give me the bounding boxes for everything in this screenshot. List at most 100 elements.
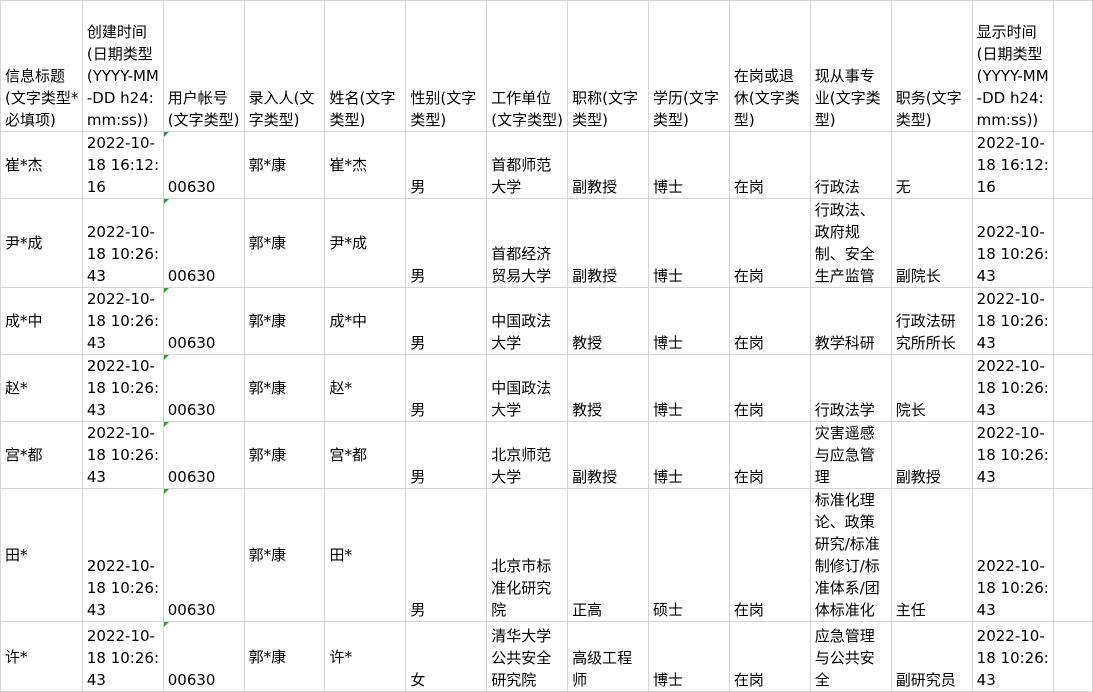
table-cell[interactable]: 田*	[324, 488, 407, 622]
table-cell[interactable]: 教学科研	[809, 287, 892, 355]
table-cell[interactable]: 主任	[890, 488, 973, 622]
table-cell[interactable]: 在岗	[728, 131, 811, 199]
table-cell[interactable]: 副教授	[890, 421, 973, 489]
table-cell[interactable]: 郭*康	[243, 354, 326, 422]
empty-cell[interactable]	[1052, 131, 1093, 199]
table-cell[interactable]: 男	[405, 198, 488, 288]
table-cell[interactable]: 2022-10-18 16:12:16	[81, 131, 164, 199]
table-cell[interactable]: 博士	[647, 198, 730, 288]
column-header-cell[interactable]: 在岗或退休(文字类型)	[728, 0, 811, 132]
column-header-cell[interactable]: 录入人(文字类型)	[243, 0, 326, 132]
empty-cell[interactable]	[1052, 488, 1093, 622]
table-cell[interactable]: 男	[405, 287, 488, 355]
table-cell[interactable]: 赵*	[324, 354, 407, 422]
column-header-cell[interactable]: 工作单位(文字类型)	[486, 0, 569, 132]
table-cell[interactable]: 无	[890, 131, 973, 199]
table-cell[interactable]: 00630	[162, 421, 245, 489]
table-cell[interactable]: 标准化理论、政策研究/标准制修订/标准体系/团体标准化	[809, 488, 892, 622]
table-cell[interactable]: 副教授	[567, 131, 649, 199]
table-cell[interactable]: 赵*	[0, 354, 83, 422]
table-cell[interactable]: 2022-10-18 10:26:43	[81, 488, 164, 622]
table-cell[interactable]: 成*中	[324, 287, 407, 355]
column-header-cell[interactable]: 职称(文字类型)	[567, 0, 649, 132]
table-cell[interactable]: 在岗	[728, 421, 811, 489]
table-cell[interactable]: 尹*成	[0, 198, 83, 288]
empty-cell[interactable]	[1052, 421, 1093, 489]
table-cell[interactable]: 博士	[647, 354, 730, 422]
table-cell[interactable]: 2022-10-18 10:26:43	[971, 621, 1054, 692]
table-cell[interactable]: 崔*杰	[0, 131, 83, 199]
table-cell[interactable]: 郭*康	[243, 421, 326, 489]
table-cell[interactable]: 2022-10-18 16:12:16	[971, 131, 1054, 199]
table-cell[interactable]: 2022-10-18 10:26:43	[971, 287, 1054, 355]
table-cell[interactable]: 硕士	[647, 488, 730, 622]
column-header-cell[interactable]: 姓名(文字类型)	[324, 0, 407, 132]
table-cell[interactable]: 中国政法大学	[486, 354, 569, 422]
table-cell[interactable]: 女	[405, 621, 488, 692]
table-cell[interactable]: 行政法学	[809, 354, 892, 422]
table-cell[interactable]: 应急管理与公共安全	[809, 621, 892, 692]
table-cell[interactable]: 在岗	[728, 621, 811, 692]
table-cell[interactable]: 成*中	[0, 287, 83, 355]
table-cell[interactable]: 院长	[890, 354, 973, 422]
column-header-cell[interactable]: 用户帐号(文字类型)	[162, 0, 245, 132]
table-cell[interactable]: 在岗	[728, 488, 811, 622]
table-cell[interactable]: 北京师范大学	[486, 421, 569, 489]
column-header-cell[interactable]: 显示时间(日期类型(YYYY-MM-DD h24:mm:ss))	[971, 0, 1054, 132]
table-cell[interactable]: 田*	[0, 488, 83, 622]
table-cell[interactable]: 许*	[0, 621, 83, 692]
table-cell[interactable]: 教授	[567, 354, 649, 422]
table-cell[interactable]: 副教授	[567, 198, 649, 288]
table-cell[interactable]: 2022-10-18 10:26:43	[81, 287, 164, 355]
column-header-cell[interactable]: 性别(文字类型)	[405, 0, 488, 132]
empty-cell[interactable]	[1052, 198, 1093, 288]
table-cell[interactable]: 博士	[647, 287, 730, 355]
table-cell[interactable]: 2022-10-18 10:26:43	[971, 421, 1054, 489]
table-cell[interactable]: 行政法	[809, 131, 892, 199]
table-cell[interactable]: 灾害遥感与应急管理	[809, 421, 892, 489]
table-cell[interactable]: 高级工程师	[567, 621, 649, 692]
column-header-cell[interactable]: 创建时间(日期类型(YYYY-MM-DD h24:mm:ss))	[81, 0, 164, 132]
table-cell[interactable]: 郭*康	[243, 287, 326, 355]
table-cell[interactable]: 在岗	[728, 354, 811, 422]
table-cell[interactable]: 首都经济贸易大学	[486, 198, 569, 288]
table-cell[interactable]: 宫*都	[0, 421, 83, 489]
column-header-cell[interactable]: 信息标题(文字类型*必填项)	[0, 0, 83, 132]
table-cell[interactable]: 博士	[647, 131, 730, 199]
table-cell[interactable]: 00630	[162, 287, 245, 355]
table-cell[interactable]: 2022-10-18 10:26:43	[81, 198, 164, 288]
table-cell[interactable]: 2022-10-18 10:26:43	[81, 621, 164, 692]
table-cell[interactable]: 副研究员	[890, 621, 973, 692]
table-cell[interactable]: 首都师范大学	[486, 131, 569, 199]
table-cell[interactable]: 教授	[567, 287, 649, 355]
empty-cell[interactable]	[1052, 287, 1093, 355]
table-cell[interactable]: 宫*都	[324, 421, 407, 489]
table-cell[interactable]: 博士	[647, 621, 730, 692]
table-cell[interactable]: 许*	[324, 621, 407, 692]
table-cell[interactable]: 北京市标准化研究院	[486, 488, 569, 622]
column-header-cell[interactable]: 现从事专业(文字类型)	[809, 0, 892, 132]
column-header-cell[interactable]: 学历(文字类型)	[647, 0, 730, 132]
table-cell[interactable]: 男	[405, 421, 488, 489]
table-cell[interactable]: 2022-10-18 10:26:43	[81, 354, 164, 422]
table-cell[interactable]: 郭*康	[243, 198, 326, 288]
table-cell[interactable]: 行政法、政府规制、安全生产监管	[809, 198, 892, 288]
table-cell[interactable]: 郭*康	[243, 131, 326, 199]
table-cell[interactable]: 崔*杰	[324, 131, 407, 199]
table-cell[interactable]: 男	[405, 488, 488, 622]
table-cell[interactable]: 副教授	[567, 421, 649, 489]
table-cell[interactable]: 中国政法大学	[486, 287, 569, 355]
table-cell[interactable]: 博士	[647, 421, 730, 489]
table-cell[interactable]: 男	[405, 354, 488, 422]
table-cell[interactable]: 正高	[567, 488, 649, 622]
table-cell[interactable]: 2022-10-18 10:26:43	[971, 488, 1054, 622]
table-cell[interactable]: 行政法研究所所长	[890, 287, 973, 355]
table-cell[interactable]: 清华大学公共安全研究院	[486, 621, 569, 692]
table-cell[interactable]: 2022-10-18 10:26:43	[971, 354, 1054, 422]
table-cell[interactable]: 在岗	[728, 198, 811, 288]
table-cell[interactable]: 2022-10-18 10:26:43	[971, 198, 1054, 288]
table-cell[interactable]: 男	[405, 131, 488, 199]
table-cell[interactable]: 副院长	[890, 198, 973, 288]
empty-cell[interactable]	[1052, 354, 1093, 422]
table-cell[interactable]: 郭*康	[243, 488, 326, 622]
